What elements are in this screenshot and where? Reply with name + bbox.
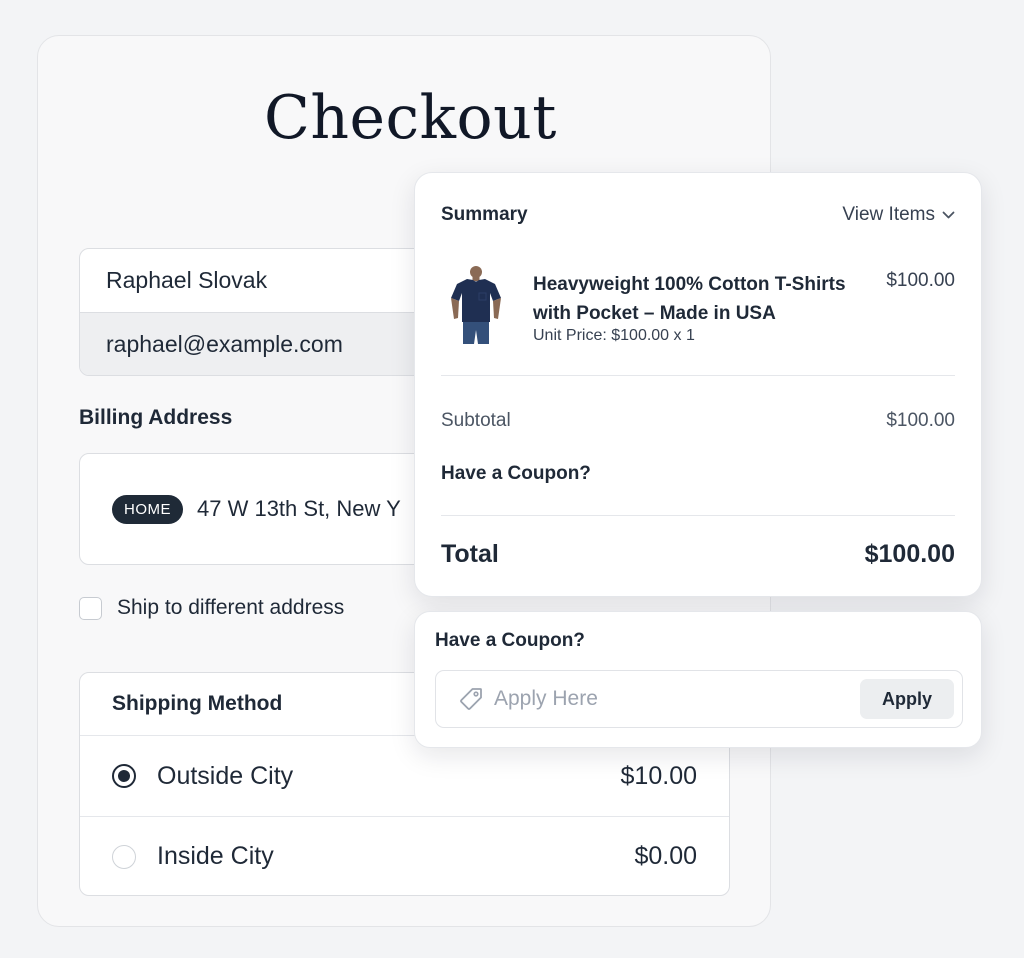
shipping-option-label: Outside City [157, 761, 294, 790]
navy-t-shirt-icon [451, 266, 501, 344]
radio-selected-icon[interactable] [112, 764, 136, 788]
product-price: $100.00 [886, 270, 955, 291]
coupon-input-group: Apply [435, 670, 963, 728]
radio-unselected-icon[interactable] [112, 844, 136, 869]
ship-different-address-label: Ship to different address [117, 596, 345, 619]
summary-title: Summary [441, 204, 528, 225]
ship-different-address-option[interactable]: Ship to different address [79, 596, 344, 620]
radio-dot [118, 770, 130, 782]
shipping-option-label: Inside City [157, 842, 274, 870]
coupon-card: Have a Coupon? Apply [414, 611, 982, 748]
billing-address-label: Billing Address [79, 406, 233, 429]
ship-different-address-checkbox[interactable] [79, 596, 102, 620]
coupon-input[interactable] [494, 681, 844, 717]
subtotal-label: Subtotal [441, 410, 511, 431]
product-unit-price: Unit Price: $100.00 x 1 [533, 327, 695, 344]
shipping-option-price: $0.00 [634, 842, 697, 870]
apply-coupon-button[interactable]: Apply [860, 679, 954, 719]
shipping-option-outside-city[interactable]: Outside City $10.00 [80, 736, 729, 816]
total-value: $100.00 [864, 540, 955, 568]
view-items-toggle[interactable]: View Items [842, 204, 955, 226]
address-type-badge: HOME [112, 494, 183, 524]
product-name: Heavyweight 100% Cotton T-Shirts with Po… [533, 274, 846, 324]
shipping-option-inside-city[interactable]: Inside City $0.00 [80, 816, 729, 895]
subtotal-value: $100.00 [886, 410, 955, 431]
shipping-option-price: $10.00 [620, 761, 697, 790]
view-items-label: View Items [842, 204, 935, 225]
have-coupon-link[interactable]: Have a Coupon? [441, 463, 591, 485]
divider [441, 375, 955, 376]
billing-address-text: 47 W 13th St, New Y [197, 496, 401, 521]
chevron-down-icon [942, 211, 955, 218]
page-title: Checkout [264, 83, 557, 153]
order-summary-card: Summary View Items Heavyweight 100% Cott… [414, 172, 982, 597]
divider [441, 515, 955, 516]
tag-icon [460, 688, 482, 710]
coupon-title: Have a Coupon? [435, 630, 585, 651]
total-label: Total [441, 540, 499, 568]
